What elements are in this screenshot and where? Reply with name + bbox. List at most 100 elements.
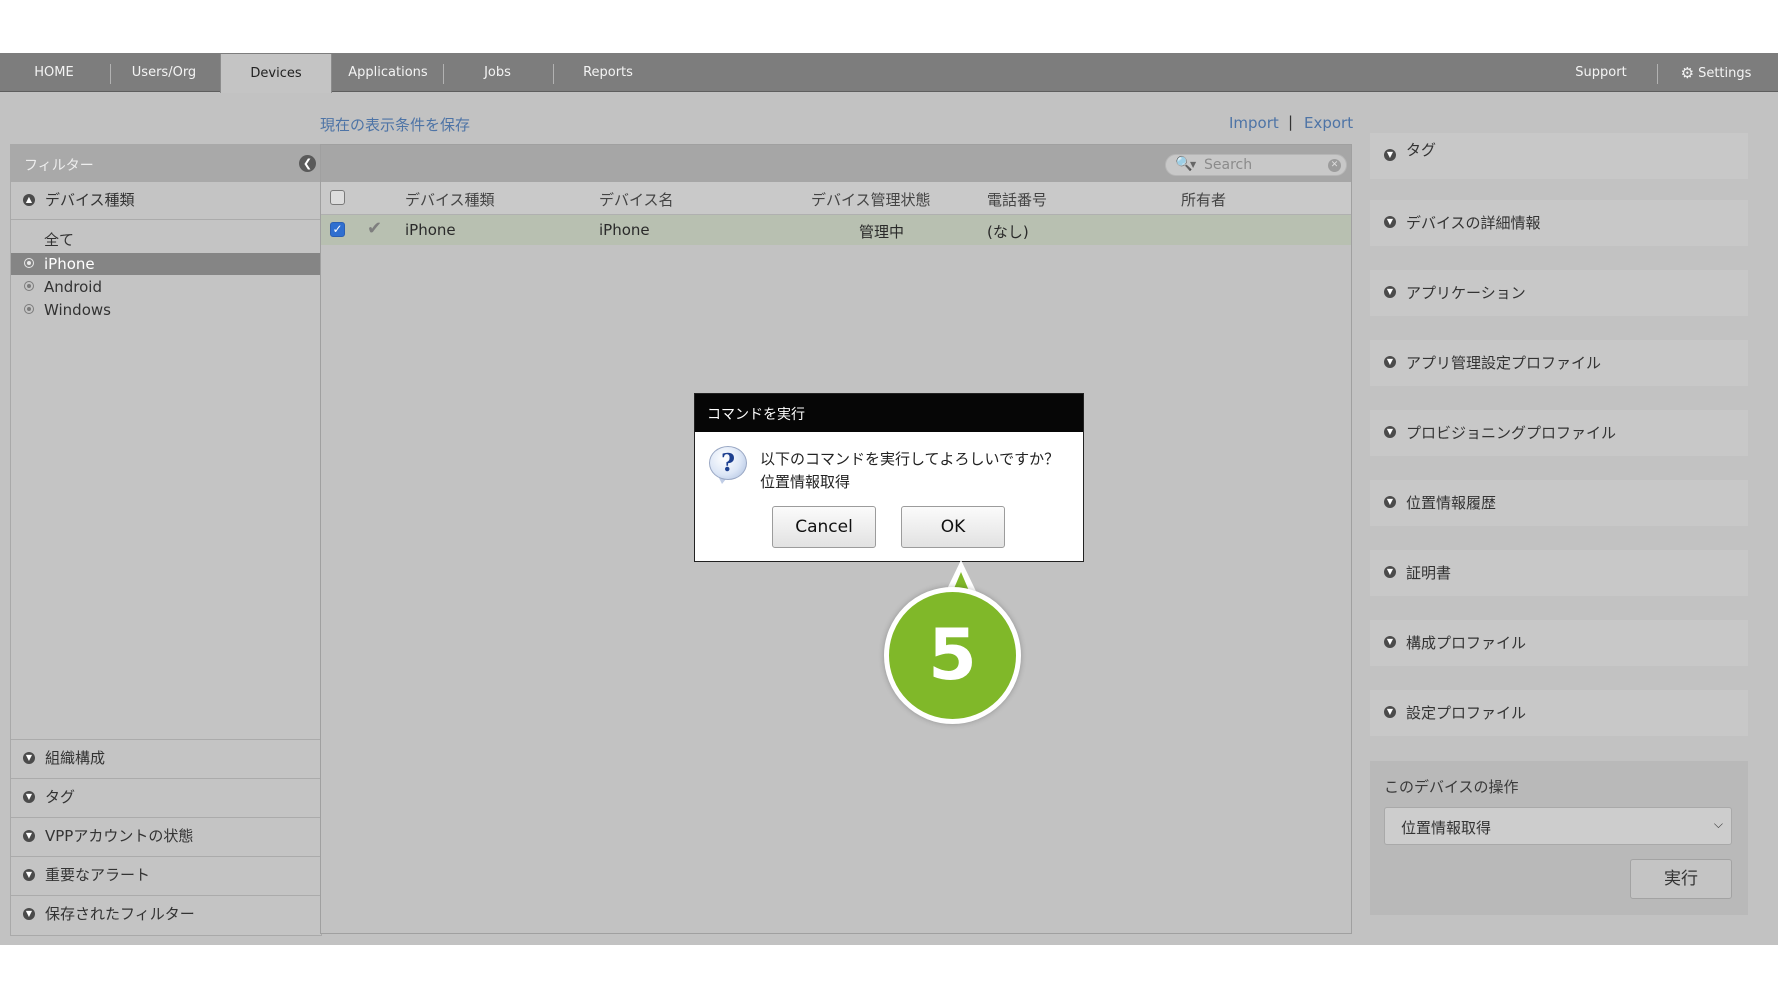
panel-applications[interactable]: ▼ アプリケーション [1370, 270, 1748, 316]
column-header-device-name[interactable]: デバイス名 [599, 189, 674, 210]
device-operations: このデバイスの操作 位置情報取得 ⌵ 実行 [1370, 761, 1748, 915]
section-label: VPPアカウントの状態 [45, 827, 194, 845]
chevron-down-icon: ⌵ [1713, 817, 1723, 831]
column-header-owner[interactable]: 所有者 [1181, 189, 1226, 210]
panel-label: 位置情報履歴 [1406, 494, 1497, 512]
nav-support[interactable]: Support [1566, 53, 1636, 91]
chevron-down-icon: ▼ [1384, 149, 1396, 161]
select-all-checkbox[interactable] [330, 190, 345, 205]
column-header-phone[interactable]: 電話番号 [987, 189, 1047, 210]
import-link[interactable]: Import [1229, 114, 1279, 132]
section-alerts[interactable]: ▼ 重要なアラート [11, 856, 321, 893]
dialog-message: 以下のコマンドを実行してよろしいですか？ 位置情報取得 [760, 448, 1059, 494]
dialog-header: コマンドを実行 [695, 394, 1083, 432]
section-tag[interactable]: ▼ タグ [11, 778, 321, 815]
nav-separator [1657, 64, 1658, 84]
panel-provisioning-profile[interactable]: ▼ プロビジョニングプロファイル [1370, 410, 1748, 456]
dialog-message-line1: 以下のコマンドを実行してよろしいですか？ [760, 450, 1060, 468]
link-separator: | [1288, 113, 1294, 131]
section-label: 保存されたフィルター [45, 905, 195, 923]
section-label: デバイス種類 [45, 191, 135, 209]
dialog-title: コマンドを実行 [707, 407, 805, 423]
ok-button[interactable]: OK [901, 506, 1005, 548]
section-vpp[interactable]: ▼ VPPアカウントの状態 [11, 817, 321, 854]
column-header-device-type[interactable]: デバイス種類 [405, 189, 495, 210]
run-button[interactable]: 実行 [1630, 859, 1732, 899]
nav-devices[interactable]: Devices [220, 54, 332, 93]
radio-icon [24, 304, 34, 314]
chevron-up-icon: ▲ [23, 194, 35, 206]
nav-applications[interactable]: Applications [344, 53, 432, 91]
table-header: デバイス種類 デバイス名 デバイス管理状態 電話番号 所有者 [321, 182, 1351, 215]
section-org[interactable]: ▼ 組織構成 [11, 739, 321, 776]
panel-label: 構成プロファイル [1406, 634, 1527, 652]
nav-separator [553, 64, 554, 84]
panel-label: デバイスの詳細情報 [1406, 214, 1541, 232]
search-input[interactable]: 🔍 ▼ Search ✕ [1165, 154, 1347, 176]
dialog-message-line2: 位置情報取得 [760, 473, 851, 491]
command-select[interactable]: 位置情報取得 ⌵ [1384, 807, 1732, 845]
export-link[interactable]: Export [1304, 114, 1353, 132]
clear-icon[interactable]: ✕ [1328, 159, 1341, 172]
check-mark-icon: ✔ [367, 218, 383, 239]
chevron-down-icon: ▼ [1384, 356, 1396, 368]
panel-settings-profile[interactable]: ▼ 設定プロファイル [1370, 690, 1748, 736]
confirm-dialog: コマンドを実行 ? 以下のコマンドを実行してよろしいですか？ 位置情報取得 Ca… [694, 393, 1084, 562]
panel-certificates[interactable]: ▼ 証明書 [1370, 550, 1748, 596]
panel-config-profile[interactable]: ▼ 構成プロファイル [1370, 620, 1748, 666]
chevron-down-icon: ▼ [1384, 426, 1396, 438]
chevron-down-icon: ▼ [23, 752, 35, 764]
panel-label: タグ [1406, 141, 1437, 159]
chevron-down-icon: ▼ [23, 869, 35, 881]
save-filter-link[interactable]: 現在の表示条件を保存 [320, 114, 470, 135]
nav-settings-label: Settings [1698, 66, 1752, 81]
filter-header: フィルター ❮ [11, 145, 321, 182]
filter-panel: フィルター ❮ ▲ デバイス種類 全て iPhone Android Windo… [10, 144, 322, 936]
device-type-windows[interactable]: Windows [11, 299, 321, 321]
device-type-all[interactable]: 全て [11, 229, 321, 251]
tree-item-label: Windows [44, 301, 111, 319]
row-checkbox[interactable]: ✓ [330, 222, 345, 237]
panel-app-config-profile[interactable]: ▼ アプリ管理設定プロファイル [1370, 340, 1748, 386]
panel-location-history[interactable]: ▼ 位置情報履歴 [1370, 480, 1748, 526]
chevron-down-icon: ▼ [1384, 496, 1396, 508]
panel-label: プロビジョニングプロファイル [1406, 424, 1617, 442]
nav-reports[interactable]: Reports [572, 53, 644, 91]
command-select-value: 位置情報取得 [1401, 819, 1492, 837]
question-icon: ? [709, 446, 747, 480]
chevron-down-icon: ▼ [1384, 636, 1396, 648]
collapse-left-icon[interactable]: ❮ [299, 155, 316, 172]
radio-icon [24, 258, 34, 268]
cell-device-name: iPhone [599, 221, 650, 239]
chevron-down-icon: ▼ [1384, 566, 1396, 578]
top-nav: HOME Users/Org Devices Applications Jobs… [0, 53, 1778, 93]
tree-item-label: Android [44, 278, 102, 296]
gear-icon: ⚙ [1680, 64, 1695, 82]
nav-separator [110, 64, 111, 84]
panel-label: 証明書 [1406, 564, 1452, 582]
panel-label: 設定プロファイル [1406, 704, 1527, 722]
divider [11, 219, 321, 220]
table-row[interactable]: ✓ ✔ iPhone iPhone 管理中 (なし) [321, 215, 1351, 245]
cancel-button[interactable]: Cancel [772, 506, 876, 548]
tree-item-label: 全て [44, 231, 75, 249]
chevron-down-icon: ▼ [1384, 216, 1396, 228]
radio-icon [24, 281, 34, 291]
device-type-android[interactable]: Android [11, 276, 321, 298]
section-device-type[interactable]: ▲ デバイス種類 [11, 182, 321, 219]
column-header-status[interactable]: デバイス管理状態 [811, 189, 931, 210]
section-label: 重要なアラート [45, 866, 151, 884]
device-type-iphone[interactable]: iPhone [11, 253, 321, 275]
panel-tag[interactable]: ▼ タグ [1370, 133, 1748, 179]
nav-users-org[interactable]: Users/Org [122, 53, 206, 91]
search-placeholder: Search [1204, 157, 1253, 173]
filter-title: フィルター [24, 158, 94, 174]
chevron-down-icon: ▼ [1384, 286, 1396, 298]
section-saved-filters[interactable]: ▼ 保存されたフィルター [11, 895, 321, 932]
nav-jobs[interactable]: Jobs [470, 53, 525, 91]
chevron-down-icon: ▼ [23, 791, 35, 803]
panel-label: アプリケーション [1406, 284, 1526, 302]
nav-home[interactable]: HOME [14, 53, 94, 91]
panel-device-details[interactable]: ▼ デバイスの詳細情報 [1370, 200, 1748, 246]
nav-settings[interactable]: ⚙ Settings [1670, 53, 1762, 91]
